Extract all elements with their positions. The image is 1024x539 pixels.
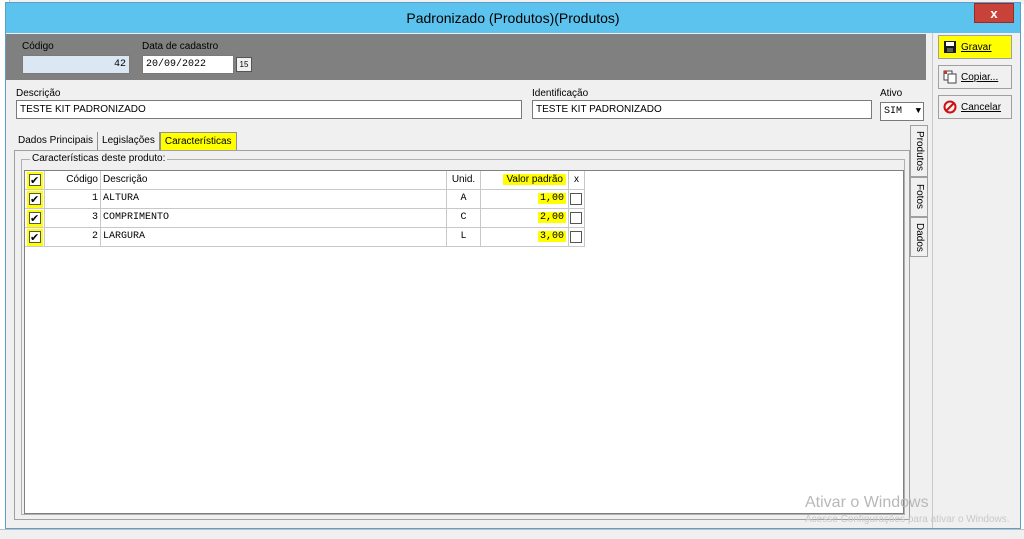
taskbar-strip [0,529,1024,539]
header-codigo[interactable]: Código [45,171,101,190]
codigo-label: Código [22,41,54,52]
header-x[interactable]: x [569,171,585,190]
cancel-icon [943,100,957,114]
calendar-glyph: 15 [239,60,249,69]
row-checkbox[interactable] [29,191,41,208]
tab-content: Características deste produto: Código De… [14,150,910,520]
row-checkbox[interactable] [29,229,41,246]
header-select-all[interactable] [25,171,45,190]
row-valor-padrao[interactable]: 3,00 [481,228,569,247]
data-cadastro-field[interactable]: 20/09/2022 [142,55,234,74]
windows-activation-subtext: Acesse Configurações para ativar o Windo… [805,514,1010,525]
row-descricao: ALTURA [101,190,447,209]
row-valor-padrao[interactable]: 2,00 [481,209,569,228]
valor-padrao-label: Valor padrão [503,174,566,185]
action-panel: Gravar Copiar... Cancelar [932,33,1020,528]
vtab-produtos[interactable]: Produtos [910,125,928,177]
chevron-down-icon: ▼ [915,106,921,116]
row-valor-value: 3,00 [537,231,566,242]
row-descricao: LARGURA [101,228,447,247]
header-descricao[interactable]: Descrição [101,171,447,190]
table-row[interactable]: 3 COMPRIMENTO C 2,00 [25,209,585,228]
copiar-button[interactable]: Copiar... [938,65,1012,89]
copy-icon [943,70,957,84]
gravar-button[interactable]: Gravar [938,35,1012,59]
vtab-dados[interactable]: Dados [910,217,928,257]
gravar-label: Gravar [961,41,992,53]
row-unid: C [447,209,481,228]
row-codigo: 1 [45,190,101,209]
close-button[interactable]: x [974,3,1014,23]
row-x-checkbox[interactable] [570,212,582,224]
row-descricao: COMPRIMENTO [101,209,447,228]
table-row[interactable]: 1 ALTURA A 1,00 [25,190,585,209]
row-valor-value: 2,00 [537,212,566,223]
ativo-label: Ativo [880,88,903,99]
cancelar-button[interactable]: Cancelar [938,95,1012,119]
tab-strip: Dados Principais Legislações Característ… [14,132,237,150]
tab-dados-principais[interactable]: Dados Principais [14,132,99,150]
title-bar[interactable]: Padronizado (Produtos)(Produtos) x [6,3,1020,33]
row-x-cell[interactable] [569,209,585,228]
row-unid: L [447,228,481,247]
grid-header-row: Código Descrição Unid. Valor padrão x [25,171,585,190]
copiar-label: Copiar... [961,71,999,83]
header-valor-padrao[interactable]: Valor padrão [481,171,569,190]
row-unid: A [447,190,481,209]
descricao-label: Descrição [16,88,61,99]
ativo-select[interactable]: SIM ▼ [880,102,924,121]
header-unid[interactable]: Unid. [447,171,481,190]
vtab-fotos[interactable]: Fotos [910,177,928,217]
row-select-cell[interactable] [25,228,45,247]
row-valor-value: 1,00 [537,193,566,204]
row-codigo: 2 [45,228,101,247]
row-select-cell[interactable] [25,190,45,209]
caracteristicas-group: Características deste produto: Código De… [21,153,905,515]
calendar-icon[interactable]: 15 [236,57,252,72]
table-row[interactable]: 2 LARGURA L 3,00 [25,228,585,247]
cancelar-label: Cancelar [961,101,1002,113]
row-codigo: 3 [45,209,101,228]
codigo-field[interactable]: 42 [22,55,130,74]
descricao-input[interactable]: TESTE KIT PADRONIZADO [16,100,522,119]
save-icon [944,41,956,53]
identificacao-input[interactable]: TESTE KIT PADRONIZADO [532,100,872,119]
tab-legislacoes[interactable]: Legislações [98,132,160,150]
row-x-cell[interactable] [569,190,585,209]
row-x-cell[interactable] [569,228,585,247]
caracteristicas-grid: Código Descrição Unid. Valor padrão x 1 … [24,170,904,514]
windows-activation-watermark: Ativar o Windows [805,494,929,511]
row-select-cell[interactable] [25,209,45,228]
window-title: Padronizado (Produtos)(Produtos) [406,10,620,26]
data-cadastro-label: Data de cadastro [142,41,219,52]
row-valor-padrao[interactable]: 1,00 [481,190,569,209]
ativo-value: SIM [884,106,903,117]
row-x-checkbox[interactable] [570,231,582,243]
select-all-checkbox[interactable] [29,172,41,189]
group-title: Características deste produto: [30,153,168,164]
row-checkbox[interactable] [29,210,41,227]
row-x-checkbox[interactable] [570,193,582,205]
identificacao-label: Identificação [532,88,589,99]
tab-caracteristicas[interactable]: Características [159,132,237,150]
